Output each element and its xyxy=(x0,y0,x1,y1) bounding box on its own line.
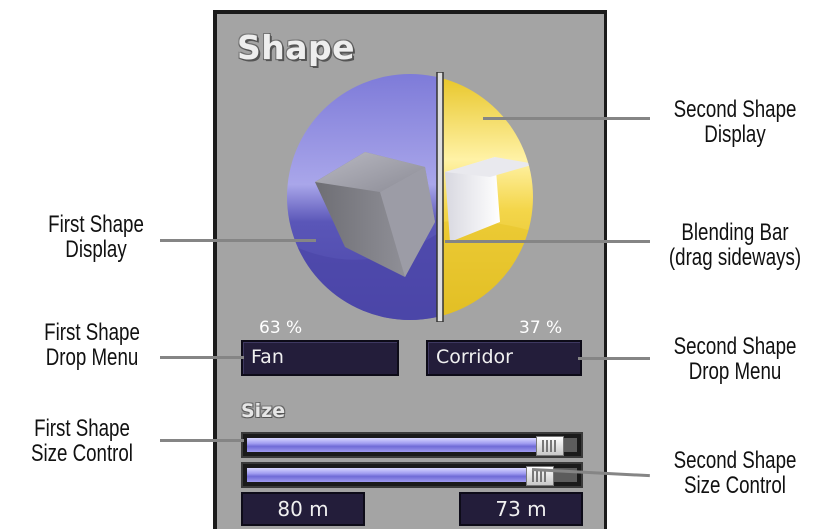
callout-blending-bar: Blending Bar (drag sideways) xyxy=(668,219,802,271)
callout-first-size: First Shape Size Control xyxy=(31,415,133,467)
shape-panel: Shape 63 % 37 % Fan Corridor Size 80 m 7… xyxy=(213,10,607,529)
leader-first-menu xyxy=(160,356,244,359)
panel-title: Shape xyxy=(237,28,356,67)
callout-second-display: Second Shape Display xyxy=(673,96,797,148)
first-shape-drop-menu[interactable]: Fan xyxy=(241,340,399,376)
callout-second-size: Second Shape Size Control xyxy=(673,447,797,499)
first-shape-percent: 63 % xyxy=(259,318,303,338)
leader-second-display xyxy=(483,117,650,120)
first-size-value: 80 m xyxy=(241,492,365,526)
callout-first-menu: First Shape Drop Menu xyxy=(44,319,140,371)
second-size-fill xyxy=(247,468,544,482)
callout-first-display: First Shape Display xyxy=(48,211,144,263)
blending-bar xyxy=(436,72,444,322)
first-size-fill xyxy=(247,438,554,452)
shape-display-sphere xyxy=(287,72,533,322)
leader-second-menu xyxy=(578,357,650,360)
leader-first-display xyxy=(160,239,316,242)
first-size-thumb[interactable] xyxy=(536,436,564,456)
second-shape-drop-menu[interactable]: Corridor xyxy=(426,340,582,376)
second-shape-percent: 37 % xyxy=(519,318,563,338)
leader-first-size xyxy=(160,439,244,442)
leader-blending-bar xyxy=(445,240,650,243)
second-size-value: 73 m xyxy=(459,492,583,526)
second-shape-size-slider[interactable] xyxy=(241,462,583,488)
first-shape-size-slider[interactable] xyxy=(241,432,583,458)
callout-second-menu: Second Shape Drop Menu xyxy=(673,333,797,385)
size-section-label: Size xyxy=(241,400,286,422)
